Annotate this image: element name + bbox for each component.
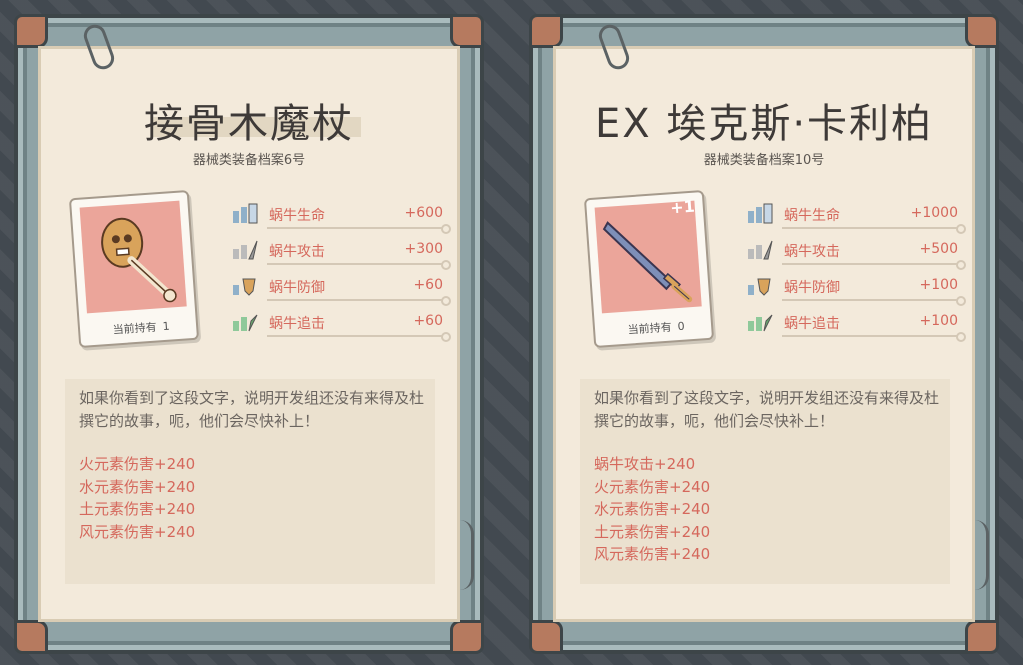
held-count-row: 当前持有 0 bbox=[595, 316, 712, 340]
equipment-title: EX 埃克斯·卡利柏 bbox=[594, 101, 934, 147]
effect-list: 火元素伤害+240 水元素伤害+240 土元素伤害+240 风元素伤害+240 bbox=[79, 453, 195, 543]
stat-label: 蜗牛生命 bbox=[269, 208, 325, 224]
stat-divider bbox=[267, 299, 445, 301]
held-label: 当前持有 bbox=[112, 320, 158, 337]
stat-row-attack: 蜗牛攻击 +500 bbox=[746, 235, 966, 271]
chase-icon bbox=[748, 314, 773, 332]
stat-row-chase: 蜗牛追击 +60 bbox=[231, 307, 451, 343]
stat-divider bbox=[267, 227, 445, 229]
equipment-panel-right: EX 埃克斯·卡利柏 器械类装备档案10号 +1 当前持有 0 蜗牛生命 +100… bbox=[529, 14, 999, 654]
effect-item: 土元素伤害+240 bbox=[79, 500, 196, 518]
stat-value: +600 bbox=[404, 205, 443, 221]
stat-value: +60 bbox=[413, 313, 443, 329]
held-count: 1 bbox=[162, 319, 171, 334]
frame-corner bbox=[14, 14, 48, 48]
stat-dot bbox=[956, 332, 966, 342]
chase-icon bbox=[233, 314, 258, 332]
bone-wand-icon bbox=[101, 217, 177, 303]
document-paper: 接骨木魔杖 器械类装备档案6号 当前持有 1 蜗牛生命 +600 蜗牛攻击 +3… bbox=[38, 46, 460, 622]
bonus-badge: +1 bbox=[669, 196, 696, 218]
stat-divider bbox=[267, 263, 445, 265]
equipment-image bbox=[594, 200, 702, 314]
description-text: 如果你看到了这段文字，说明开发组还没有来得及杜撰它的故事，呃，他们会尽快补上！ bbox=[79, 389, 425, 430]
equipment-panel-left: 接骨木魔杖 器械类装备档案6号 当前持有 1 蜗牛生命 +600 蜗牛攻击 +3… bbox=[14, 14, 484, 654]
frame-corner bbox=[450, 620, 484, 654]
page-curl bbox=[960, 520, 989, 590]
defense-icon bbox=[748, 278, 771, 296]
stat-dot bbox=[441, 296, 451, 306]
attack-icon bbox=[748, 240, 773, 260]
stat-dot bbox=[441, 224, 451, 234]
effect-item: 水元素伤害+240 bbox=[79, 477, 196, 496]
held-count-row: 当前持有 1 bbox=[80, 316, 197, 340]
attack-icon bbox=[233, 240, 258, 260]
stat-label: 蜗牛攻击 bbox=[784, 244, 840, 260]
frame-corner bbox=[529, 620, 563, 654]
effect-item: 风元素伤害+240 bbox=[79, 522, 196, 541]
frame-corner bbox=[965, 14, 999, 48]
effect-item: 风元素伤害+240 bbox=[594, 545, 711, 563]
effect-item: 水元素伤害+240 bbox=[594, 500, 711, 518]
sword-icon bbox=[602, 221, 693, 303]
effect-item: 火元素伤害+240 bbox=[79, 455, 196, 473]
stat-dot bbox=[441, 332, 451, 342]
frame-corner bbox=[450, 14, 484, 48]
effect-list: 蜗牛攻击+240 火元素伤害+240 水元素伤害+240 土元素伤害+240 风… bbox=[594, 453, 710, 566]
stat-label: 蜗牛防御 bbox=[784, 280, 840, 296]
equipment-card[interactable]: +1 当前持有 0 bbox=[583, 189, 715, 349]
stat-list: 蜗牛生命 +600 蜗牛攻击 +300 蜗牛防御 +60 蜗牛追击 +60 bbox=[231, 199, 451, 343]
hp-icon bbox=[748, 203, 773, 224]
effect-item: 土元素伤害+240 bbox=[594, 522, 711, 541]
stat-value: +500 bbox=[919, 241, 958, 257]
stat-label: 蜗牛防御 bbox=[269, 280, 325, 296]
stat-label: 蜗牛攻击 bbox=[269, 244, 325, 260]
stat-row-hp: 蜗牛生命 +600 bbox=[231, 199, 451, 235]
stat-row-chase: 蜗牛追击 +100 bbox=[746, 307, 966, 343]
stat-list: 蜗牛生命 +1000 蜗牛攻击 +500 蜗牛防御 +100 蜗牛追击 +100 bbox=[746, 199, 966, 343]
stat-label: 蜗牛生命 bbox=[784, 208, 840, 224]
stat-dot bbox=[956, 296, 966, 306]
stat-row-defense: 蜗牛防御 +60 bbox=[231, 271, 451, 307]
stat-label: 蜗牛追击 bbox=[784, 316, 840, 332]
stat-value: +1000 bbox=[910, 205, 958, 221]
stat-divider bbox=[782, 263, 960, 265]
hp-icon bbox=[233, 203, 258, 224]
frame-corner bbox=[965, 620, 999, 654]
stat-value: +100 bbox=[919, 313, 958, 329]
stat-divider bbox=[782, 335, 960, 337]
frame-corner bbox=[14, 620, 48, 654]
page-curl bbox=[445, 520, 474, 590]
stat-value: +300 bbox=[404, 241, 443, 257]
stat-row-attack: 蜗牛攻击 +300 bbox=[231, 235, 451, 271]
stat-divider bbox=[782, 227, 960, 229]
stat-value: +60 bbox=[413, 277, 443, 293]
held-count: 0 bbox=[677, 319, 686, 334]
stat-row-hp: 蜗牛生命 +1000 bbox=[746, 199, 966, 235]
defense-icon bbox=[233, 278, 256, 296]
stat-divider bbox=[267, 335, 445, 337]
stat-row-defense: 蜗牛防御 +100 bbox=[746, 271, 966, 307]
effect-item: 火元素伤害+240 bbox=[594, 477, 711, 496]
held-label: 当前持有 bbox=[627, 320, 673, 337]
stat-dot bbox=[956, 260, 966, 270]
equipment-subtitle: 器械类装备档案6号 bbox=[192, 153, 306, 168]
frame-corner bbox=[529, 14, 563, 48]
stat-dot bbox=[441, 260, 451, 270]
equipment-title: 接骨木魔杖 bbox=[144, 101, 354, 147]
effect-item: 蜗牛攻击+240 bbox=[594, 455, 696, 473]
equipment-image bbox=[79, 200, 187, 314]
stat-divider bbox=[782, 299, 960, 301]
stat-label: 蜗牛追击 bbox=[269, 316, 325, 332]
document-paper: EX 埃克斯·卡利柏 器械类装备档案10号 +1 当前持有 0 蜗牛生命 +100… bbox=[553, 46, 975, 622]
equipment-card[interactable]: 当前持有 1 bbox=[68, 189, 200, 349]
equipment-subtitle: 器械类装备档案10号 bbox=[703, 153, 825, 168]
stat-value: +100 bbox=[919, 277, 958, 293]
description-text: 如果你看到了这段文字，说明开发组还没有来得及杜撰它的故事，呃，他们会尽快补上！ bbox=[594, 389, 940, 430]
stat-dot bbox=[956, 224, 966, 234]
